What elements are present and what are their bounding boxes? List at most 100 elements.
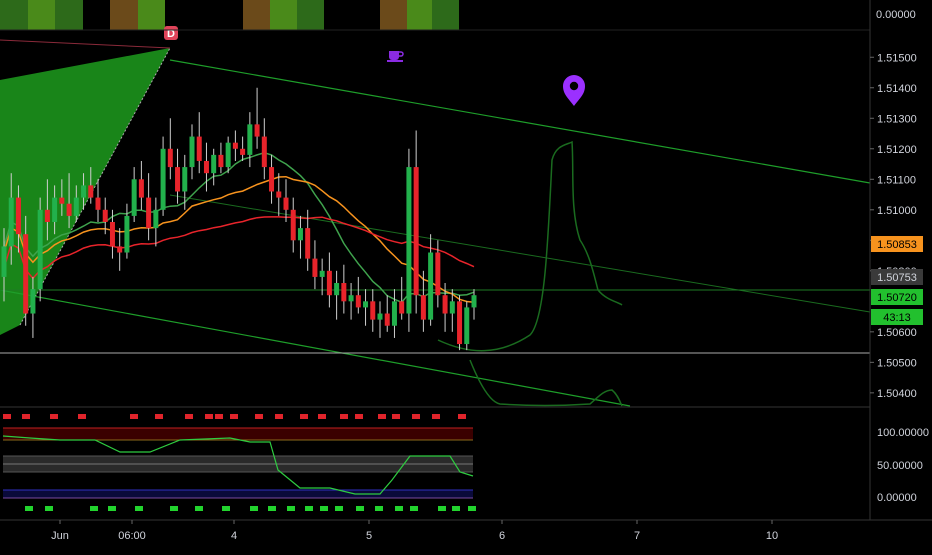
candle[interactable] — [102, 209, 108, 222]
signal-dot-red — [78, 414, 86, 419]
candle[interactable] — [30, 289, 36, 314]
signal-dot-red — [355, 414, 363, 419]
candle[interactable] — [363, 301, 369, 308]
candle[interactable] — [153, 209, 159, 229]
candle[interactable] — [44, 209, 50, 222]
candle[interactable] — [254, 124, 260, 137]
candle[interactable] — [232, 142, 238, 149]
candle[interactable] — [370, 301, 376, 320]
candle[interactable] — [117, 246, 123, 253]
candle[interactable] — [73, 197, 79, 216]
signal-dot-green — [410, 506, 418, 511]
oscillator-pane[interactable] — [2, 414, 476, 511]
candle[interactable] — [348, 295, 354, 302]
candle[interactable] — [23, 234, 29, 314]
candle[interactable] — [406, 167, 412, 314]
price-tick-label: 1.51200 — [877, 144, 917, 156]
price-tick-label: 1.51300 — [877, 113, 917, 125]
d-marker[interactable]: D — [164, 26, 178, 40]
signal-dot-green — [90, 506, 98, 511]
candle[interactable] — [269, 167, 275, 192]
top-pane-tick: 0.00000 — [876, 9, 916, 21]
candle[interactable] — [109, 222, 115, 247]
candle[interactable] — [334, 283, 340, 296]
signal-dot-green — [45, 506, 53, 511]
candle[interactable] — [377, 313, 383, 320]
candle[interactable] — [399, 301, 405, 314]
strip-block — [28, 0, 55, 30]
candle[interactable] — [15, 197, 21, 235]
candle[interactable] — [196, 136, 202, 161]
strip-block — [243, 0, 270, 30]
candle[interactable] — [247, 124, 253, 155]
candle[interactable] — [167, 148, 173, 168]
candle[interactable] — [218, 154, 224, 168]
signal-dot-green — [395, 506, 403, 511]
signal-dot-red — [255, 414, 263, 419]
candle[interactable] — [189, 136, 195, 168]
candle[interactable] — [138, 179, 144, 198]
price-tick-label: 1.51400 — [877, 83, 917, 95]
candle[interactable] — [203, 160, 209, 174]
chart-canvas[interactable]: D 0.00000 1.515001.514001.513001.512001.… — [0, 0, 932, 550]
signal-dot-green — [438, 506, 446, 511]
candle[interactable] — [175, 167, 181, 192]
candle[interactable] — [341, 283, 347, 302]
candle[interactable] — [428, 252, 434, 320]
candle[interactable] — [305, 228, 311, 259]
signal-dot-green — [195, 506, 203, 511]
candle[interactable] — [146, 197, 152, 229]
candle[interactable] — [261, 136, 267, 168]
candle[interactable] — [449, 301, 455, 314]
candle[interactable] — [1, 246, 7, 277]
signal-dot-red — [300, 414, 308, 419]
candle[interactable] — [240, 148, 246, 155]
strip-block — [0, 0, 28, 30]
candle[interactable] — [81, 185, 87, 198]
candle[interactable] — [283, 197, 289, 210]
candle[interactable] — [442, 295, 448, 314]
price-badge-label: 1.50853 — [877, 239, 917, 251]
candle[interactable] — [225, 142, 231, 168]
candle[interactable] — [211, 154, 217, 174]
candle[interactable] — [355, 295, 361, 308]
candle[interactable] — [297, 228, 303, 241]
candle[interactable] — [276, 191, 282, 198]
chart[interactable]: D 0.00000 1.51500 1.51400 1.51300 1.5120… — [0, 0, 932, 550]
candle[interactable] — [88, 185, 94, 198]
candle[interactable] — [66, 203, 72, 216]
candle[interactable] — [420, 295, 426, 320]
coffee-cup-icon[interactable] — [387, 51, 404, 62]
candle[interactable] — [413, 167, 419, 296]
candle[interactable] — [131, 179, 137, 216]
price-tick-label: 1.50600 — [877, 327, 917, 339]
candle[interactable] — [52, 197, 58, 222]
signal-dot-red — [275, 414, 283, 419]
signal-dot-red — [432, 414, 440, 419]
candle[interactable] — [59, 197, 65, 204]
strip-block — [270, 0, 297, 30]
candle[interactable] — [8, 197, 14, 247]
candle[interactable] — [312, 258, 318, 277]
candle[interactable] — [95, 197, 101, 210]
candle[interactable] — [435, 252, 441, 296]
signal-dot-red — [205, 414, 213, 419]
candle[interactable] — [290, 209, 296, 241]
candle[interactable] — [182, 167, 188, 192]
candle[interactable] — [391, 301, 397, 326]
price-tick-label: 1.50400 — [877, 388, 917, 400]
signal-dot-red — [318, 414, 326, 419]
candle[interactable] — [319, 270, 325, 277]
candle[interactable] — [457, 301, 463, 345]
candle[interactable] — [160, 148, 166, 210]
candle[interactable] — [471, 295, 477, 308]
oscillator-tick-label: 50.00000 — [877, 460, 923, 472]
price-badge-label: 43:13 — [883, 312, 911, 324]
price-tick-label: 1.51500 — [877, 52, 917, 64]
candle[interactable] — [326, 270, 332, 296]
candle[interactable] — [384, 313, 390, 326]
candle[interactable] — [124, 215, 130, 253]
overbought-band — [3, 428, 473, 440]
candle[interactable] — [464, 307, 470, 345]
candle[interactable] — [37, 209, 43, 290]
